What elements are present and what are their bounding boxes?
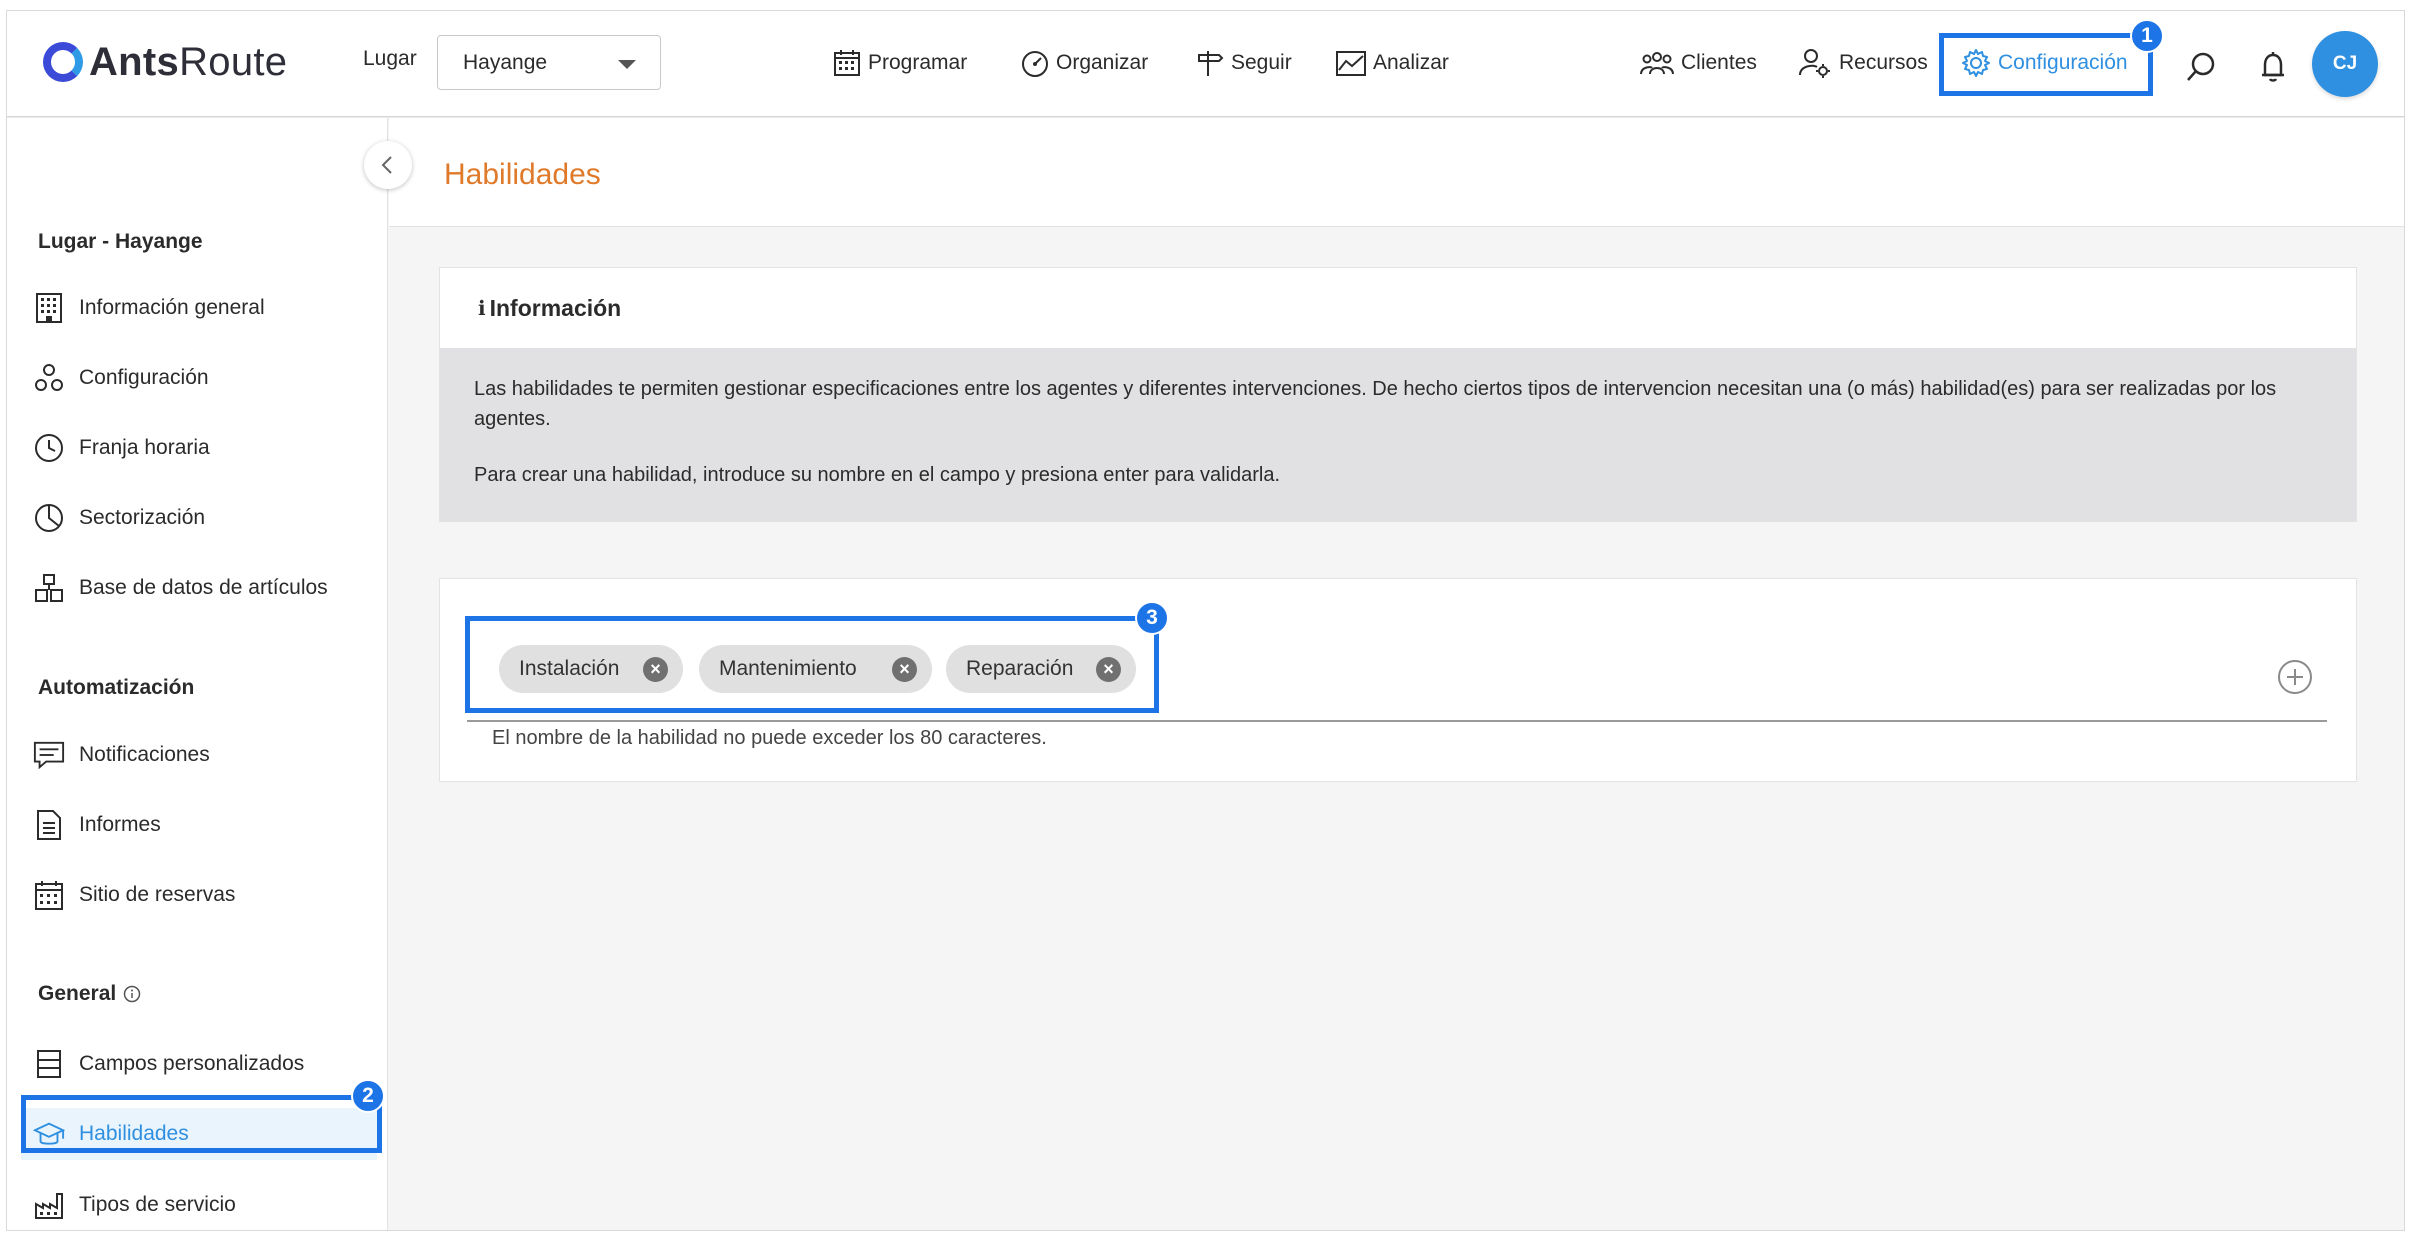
info-paragraph-1: Las habilidades te permiten gestionar es… bbox=[474, 378, 2277, 430]
sidebar-item-notificaciones[interactable]: Notificaciones bbox=[33, 733, 373, 777]
sidebar-section-automatizacion: Automatización bbox=[38, 676, 195, 699]
chart-icon bbox=[1336, 51, 1366, 76]
sidebar-section-general-label: General bbox=[38, 982, 117, 1005]
user-gear-icon bbox=[1799, 49, 1830, 78]
nav-clientes-label: Clientes bbox=[1681, 51, 1757, 74]
info-paragraph-2: Para crear una habilidad, introduce su n… bbox=[474, 464, 1281, 486]
nav-organizar-label: Organizar bbox=[1056, 51, 1149, 74]
chevron-down-icon bbox=[618, 60, 636, 69]
sidebar-item-configuracion[interactable]: Configuración bbox=[33, 356, 373, 400]
nav-analizar[interactable]: Analizar bbox=[1335, 45, 1449, 81]
logo-text-bold: Ants bbox=[89, 39, 180, 84]
nav-programar-label: Programar bbox=[868, 51, 968, 74]
sidebar-item-label: Campos personalizados bbox=[79, 1052, 305, 1075]
step-badge-3: 3 bbox=[1135, 601, 1169, 635]
highlight-skills bbox=[465, 616, 1159, 713]
table-icon bbox=[33, 1048, 65, 1080]
add-circle-icon[interactable] bbox=[2277, 659, 2313, 695]
clock-icon bbox=[33, 432, 65, 464]
factory-icon bbox=[33, 1189, 65, 1221]
step-badge-2: 2 bbox=[351, 1079, 385, 1113]
building-icon bbox=[33, 292, 65, 324]
info-circle-icon[interactable] bbox=[123, 985, 141, 1003]
nav-analizar-label: Analizar bbox=[1373, 51, 1449, 74]
info-card-heading-label: Información bbox=[489, 294, 622, 321]
page-title: Habilidades bbox=[444, 158, 601, 191]
info-icon: ℹ bbox=[478, 297, 486, 320]
sidebar-item-informacion-general[interactable]: Información general bbox=[33, 286, 373, 330]
signpost-icon bbox=[1198, 51, 1224, 76]
app-window: AntsRoute Lugar Hayange Programar Organi… bbox=[6, 10, 2405, 1231]
step-badge-1: 1 bbox=[2130, 19, 2164, 53]
sidebar-item-label: Franja horaria bbox=[79, 436, 210, 459]
info-card-heading: ℹ Información bbox=[440, 268, 2356, 348]
sidebar-item-franja-horaria[interactable]: Franja horaria bbox=[33, 426, 373, 470]
sidebar-section-general: General bbox=[38, 982, 141, 1006]
info-card: ℹ Información Las habilidades te permite… bbox=[439, 267, 2357, 522]
sidebar-collapse-button[interactable] bbox=[364, 141, 412, 189]
sidebar-item-label: Base de datos de artículos bbox=[79, 576, 328, 599]
skills-hint: El nombre de la habilidad no puede exced… bbox=[492, 727, 1047, 749]
speedometer-icon bbox=[1022, 51, 1048, 77]
logo-mark-icon bbox=[43, 42, 83, 82]
sidebar-item-base-de-datos[interactable]: Base de datos de artículos bbox=[33, 566, 373, 610]
sidebar-item-label: Notificaciones bbox=[79, 743, 210, 766]
sidebar-item-campos-personalizados[interactable]: Campos personalizados bbox=[33, 1042, 373, 1086]
sidebar-item-label: Sitio de reservas bbox=[79, 883, 236, 906]
people-icon bbox=[1640, 52, 1674, 75]
logo-text-rest: Route bbox=[179, 39, 288, 84]
pie-icon bbox=[33, 502, 65, 534]
lugar-select[interactable]: Hayange bbox=[437, 35, 661, 90]
info-card-body: Las habilidades te permiten gestionar es… bbox=[440, 348, 2356, 522]
highlight-habilidades bbox=[21, 1095, 382, 1153]
sidebar-item-label: Información general bbox=[79, 296, 265, 319]
nav-seguir-label: Seguir bbox=[1231, 51, 1292, 74]
sidebar: Lugar - Hayange Información general Conf… bbox=[7, 118, 388, 1230]
document-icon bbox=[33, 809, 65, 841]
bell-icon[interactable] bbox=[2255, 49, 2291, 85]
nav-recursos[interactable]: Recursos bbox=[1797, 45, 1928, 81]
search-icon[interactable] bbox=[2183, 49, 2219, 85]
lugar-label: Lugar bbox=[363, 47, 417, 70]
skills-input-underline[interactable] bbox=[467, 720, 2327, 722]
nav-organizar[interactable]: Organizar bbox=[1020, 45, 1148, 81]
highlight-configuracion bbox=[1939, 33, 2153, 96]
sidebar-item-label: Sectorización bbox=[79, 506, 206, 529]
cogs-icon bbox=[33, 362, 65, 394]
boxes-icon bbox=[33, 572, 65, 604]
nav-programar[interactable]: Programar bbox=[832, 45, 967, 81]
sidebar-item-label: Tipos de servicio bbox=[79, 1193, 236, 1216]
calendar-grid-icon bbox=[33, 879, 65, 911]
page-header: Habilidades bbox=[389, 118, 2404, 227]
sidebar-item-sitio-de-reservas[interactable]: Sitio de reservas bbox=[33, 873, 373, 917]
nav-recursos-label: Recursos bbox=[1839, 51, 1928, 74]
avatar[interactable]: CJ bbox=[2312, 31, 2378, 97]
chevron-left-icon bbox=[381, 156, 392, 174]
sidebar-section-lugar: Lugar - Hayange bbox=[38, 230, 203, 253]
calendar-icon bbox=[834, 50, 860, 76]
antsroute-logo[interactable]: AntsRoute bbox=[43, 37, 287, 87]
sidebar-item-label: Informes bbox=[79, 813, 161, 836]
sidebar-item-informes[interactable]: Informes bbox=[33, 803, 373, 847]
top-bar: AntsRoute Lugar Hayange Programar Organi… bbox=[7, 11, 2404, 117]
nav-seguir[interactable]: Seguir bbox=[1195, 45, 1292, 81]
message-icon bbox=[33, 739, 65, 771]
sidebar-item-tipos-de-servicio[interactable]: Tipos de servicio bbox=[33, 1183, 373, 1227]
sidebar-item-label: Configuración bbox=[79, 366, 209, 389]
lugar-select-value: Hayange bbox=[463, 50, 548, 74]
sidebar-item-sectorizacion[interactable]: Sectorización bbox=[33, 496, 373, 540]
nav-clientes[interactable]: Clientes bbox=[1639, 45, 1757, 81]
